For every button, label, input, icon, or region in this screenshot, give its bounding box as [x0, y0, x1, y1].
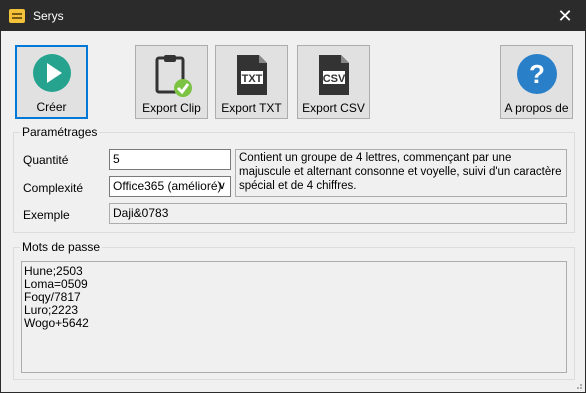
resize-grip-icon[interactable]	[573, 380, 583, 390]
password-item: Loma=0509	[24, 277, 88, 291]
app-icon	[9, 9, 25, 23]
example-field: Daji&0783	[109, 203, 567, 224]
clipboard-check-icon	[155, 55, 192, 97]
play-icon	[32, 54, 71, 92]
help-icon: ?	[516, 54, 557, 94]
create-button-label: Créer	[36, 100, 67, 114]
passwords-textarea[interactable]: Hune;2503 Loma=0509 Foqy/7817 Luro;2223 …	[21, 261, 567, 373]
chevron-down-icon: ∨	[217, 180, 226, 192]
close-icon[interactable]: ✕	[545, 1, 585, 31]
export-txt-label: Export TXT	[221, 101, 282, 115]
complexity-select[interactable]: Office365 (amélioré) ∨	[109, 176, 231, 197]
export-csv-label: Export CSV	[302, 101, 365, 115]
password-item: Luro;2223	[24, 303, 79, 317]
about-label: A propos de	[504, 101, 569, 115]
password-item: Hune;2503	[24, 264, 83, 278]
quantity-input[interactable]: 5	[109, 149, 231, 170]
app-window: Serys ✕ Créer Export Clip TXT Export TXT	[0, 0, 586, 393]
csv-file-icon: CSV	[318, 55, 349, 95]
about-button[interactable]: ? A propos de	[500, 45, 573, 119]
quantity-label: Quantité	[23, 153, 69, 167]
create-button[interactable]: Créer	[15, 45, 88, 119]
export-clip-label: Export Clip	[142, 101, 201, 115]
complexity-label: Complexité	[23, 181, 84, 195]
export-clip-button[interactable]: Export Clip	[135, 45, 208, 119]
csv-icon-text: CSV	[322, 73, 345, 85]
txt-file-icon: TXT	[236, 55, 267, 95]
title-bar: Serys ✕	[1, 1, 585, 31]
password-item: Wogo+5642	[24, 316, 89, 330]
window-title: Serys	[33, 9, 64, 23]
example-label: Exemple	[23, 208, 70, 222]
export-csv-button[interactable]: CSV Export CSV	[297, 45, 370, 119]
help-icon-text: ?	[529, 59, 545, 89]
settings-group-title: Paramétrages	[20, 125, 100, 139]
password-item: Foqy/7817	[24, 290, 81, 304]
complexity-description: Contient un groupe de 4 lettres, commenç…	[235, 149, 567, 197]
export-txt-button[interactable]: TXT Export TXT	[215, 45, 288, 119]
txt-icon-text: TXT	[241, 73, 262, 85]
complexity-value: Office365 (amélioré)	[113, 179, 222, 193]
passwords-group-title: Mots de passe	[20, 240, 103, 254]
